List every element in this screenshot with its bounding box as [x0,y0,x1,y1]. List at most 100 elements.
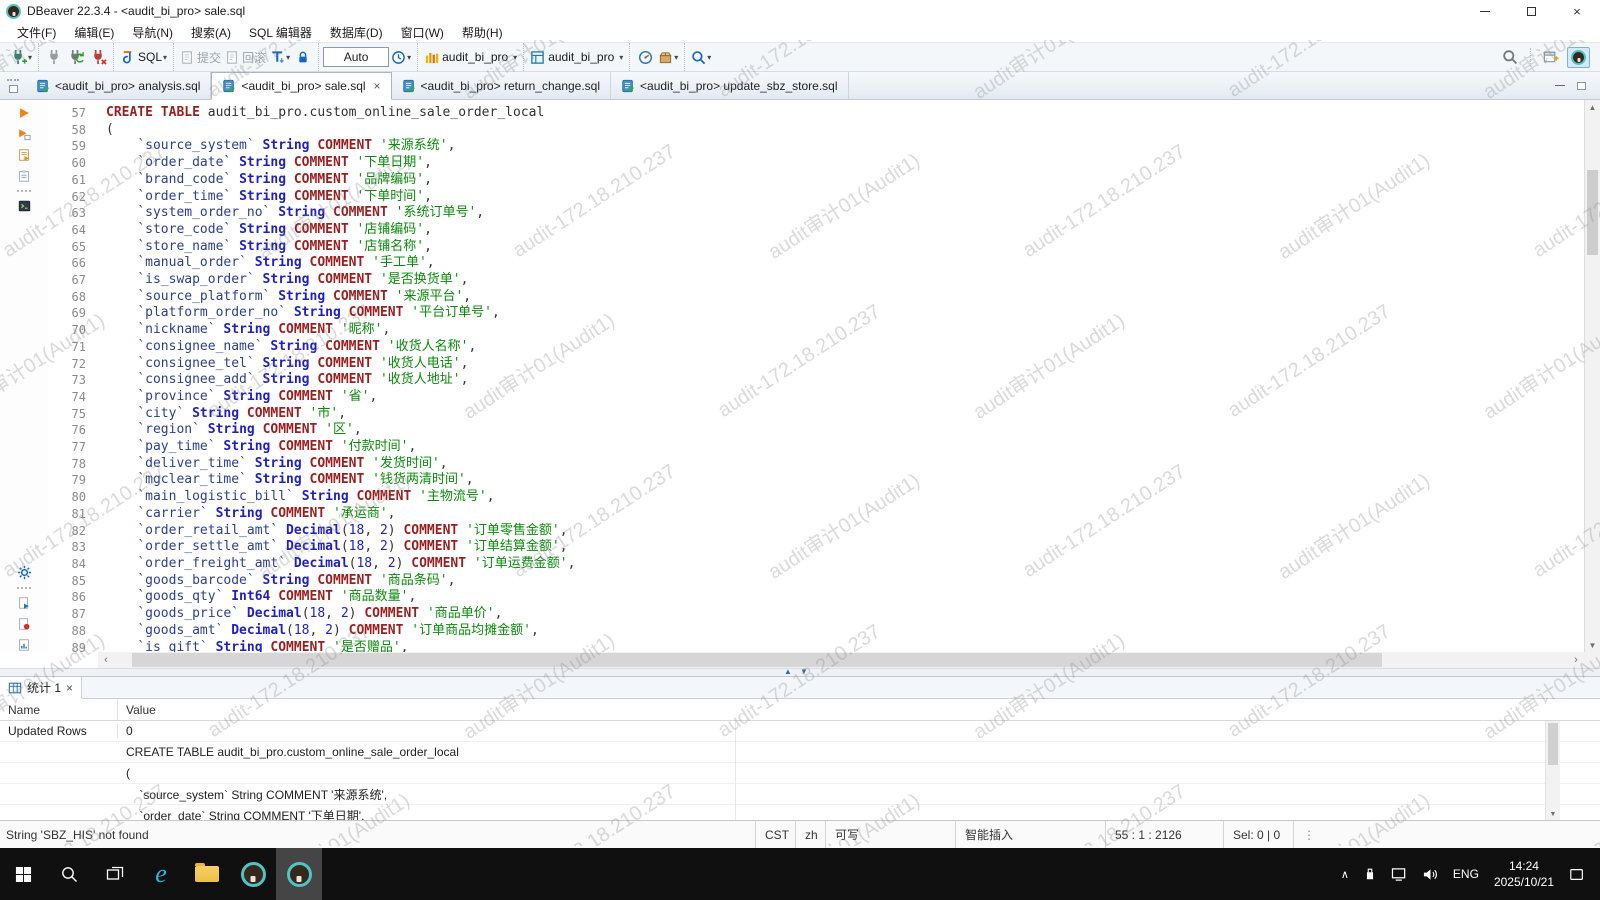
dbeaver-taskbar-button-active[interactable] [276,848,322,900]
schema-selector[interactable]: audit_bi_pro ▾ [528,45,625,69]
menu-item[interactable]: SQL 编辑器 [240,24,321,41]
menu-item[interactable]: 数据库(D) [321,24,392,41]
restore-editor-icon[interactable] [9,85,18,93]
editor-tab[interactable]: <audit_bi_pro> sale.sql× [211,72,391,100]
column-header-value[interactable]: Value [118,699,1600,720]
database-selector[interactable]: audit_bi_pro ▾ [422,45,519,69]
scroll-right-icon[interactable]: › [1568,652,1584,668]
menu-item[interactable]: 搜索(A) [182,24,240,41]
disconnect-button[interactable] [43,45,65,69]
code-area[interactable]: CREATE TABLE audit_bi_pro.custom_online_… [98,100,1584,652]
column-header-name[interactable]: Name [0,699,118,720]
windows-logo-icon [15,866,32,883]
table-row[interactable]: Updated Rows0 [0,721,1600,742]
menu-item[interactable]: 编辑(E) [65,24,123,41]
data-search-button[interactable]: ▾ [689,45,713,69]
sql-editor-button[interactable]: SQL ▾ [118,45,169,69]
open-view-button[interactable] [1540,45,1562,69]
dbeaver-taskbar-button[interactable] [230,848,276,900]
cell-value: ( [118,766,1600,780]
language-indicator[interactable]: ENG [1446,848,1486,900]
hidden-icons-chevron[interactable]: ∧ [1334,848,1356,900]
tab-close-icon[interactable]: × [374,79,381,93]
sash-down-icon[interactable]: ▼ [800,667,808,676]
dbeaver-perspective-button[interactable] [1567,47,1590,68]
menu-item[interactable]: 帮助(H) [453,24,512,41]
quick-search-button[interactable] [1499,45,1521,69]
taskbar-clock[interactable]: 14:24 2025/10/21 [1486,858,1562,890]
table-row[interactable]: CREATE TABLE audit_bi_pro.custom_online_… [0,742,1600,763]
table-row[interactable]: `source_system` String COMMENT '来源系统', [0,784,1600,805]
grid-scrollbar[interactable]: ▼ [1545,721,1560,820]
volume-tray-icon[interactable] [1415,848,1446,900]
panel-tab-close-icon[interactable]: × [66,681,73,695]
maximize-editor-icon[interactable] [1577,82,1586,90]
menu-item[interactable]: 导航(N) [123,24,182,41]
scrollbar-thumb[interactable] [1587,170,1598,255]
action-center-icon[interactable] [1562,848,1592,900]
chevron-down-icon: ▾ [286,53,290,62]
overflow-menu-icon[interactable]: ⋮ [1293,821,1317,848]
execute-statement-icon[interactable] [17,106,31,120]
cell-value: CREATE TABLE audit_bi_pro.custom_online_… [118,745,1600,759]
editor-tab[interactable]: <audit_bi_pro> update_sbz_store.sql [611,72,848,99]
insert-mode-indicator[interactable]: 智能插入 [955,821,1105,848]
usb-tray-icon[interactable] [1356,848,1384,900]
execute-script-icon[interactable] [17,148,31,162]
internet-explorer-button[interactable]: e [138,848,184,900]
table-row[interactable]: ( [0,763,1600,784]
grid-divider [735,721,736,820]
export-doc-icon[interactable] [17,596,31,610]
sash-up-icon[interactable]: ▲ [784,667,792,676]
scrollbar-thumb[interactable] [132,653,1382,667]
cell-value: `order_date` String COMMENT '下单日期', [118,807,1600,821]
minimize-icon [1480,11,1490,12]
invalidate-reconnect-button[interactable] [65,45,87,69]
maximize-button[interactable] [1508,0,1554,22]
doc-record-icon[interactable] [17,617,31,631]
editor-tab[interactable]: <audit_bi_pro> return_change.sql [392,72,611,99]
lock-button[interactable] [292,45,314,69]
scroll-up-icon[interactable]: ▲ [1585,100,1600,114]
task-view-button[interactable] [92,848,138,900]
database-selector-value: audit_bi_pro [442,50,508,64]
menu-item[interactable]: 文件(F) [8,24,65,41]
panel-sash[interactable]: ▲ ▼ [0,668,1600,676]
scrollbar-thumb[interactable] [1548,723,1558,765]
caret-position-indicator[interactable]: 55 : 1 : 2126 [1105,821,1223,848]
doc-chart-icon[interactable] [17,638,31,652]
editor-horizontal-scrollbar[interactable]: ‹ › [0,652,1600,668]
network-tray-icon[interactable] [1384,848,1415,900]
table-row[interactable]: `order_date` String COMMENT '下单日期', [0,805,1600,820]
execute-new-tab-icon[interactable] [17,127,31,141]
file-explorer-button[interactable] [184,848,230,900]
code-line: `platform_order_no` String COMMENT '平台订单… [106,305,1584,322]
explain-plan-icon[interactable] [17,169,31,183]
editor-vertical-scrollbar[interactable]: ▲ ▼ [1584,100,1600,652]
minimize-editor-icon[interactable] [1555,85,1565,86]
transaction-log-button[interactable]: ▾ [389,45,413,69]
minimize-button[interactable] [1462,0,1508,22]
rollback-button[interactable]: 回滚 [223,45,268,69]
start-button[interactable] [0,848,46,900]
close-connection-button[interactable] [87,45,109,69]
tab-statistics[interactable]: 统计 1 × [0,677,82,699]
scroll-down-icon[interactable]: ▼ [1585,638,1600,652]
settings-gear-icon[interactable] [17,565,32,580]
menu-item[interactable]: 窗口(W) [392,24,453,41]
line-number: 82 [48,523,98,540]
dashboard-button[interactable] [634,45,656,69]
commit-mode-combo[interactable]: Auto [323,47,389,67]
commit-button[interactable]: 提交 [178,45,223,69]
editor-tab[interactable]: <audit_bi_pro> analysis.sql [26,72,211,99]
scroll-down-icon[interactable]: ▼ [1546,808,1560,820]
scroll-left-icon[interactable]: ‹ [98,652,114,668]
new-connection-button[interactable]: ▾ [8,45,34,69]
close-button[interactable]: × [1554,0,1600,22]
transaction-mode-button[interactable]: ▾ [268,45,292,69]
open-terminal-icon[interactable] [17,199,32,213]
tasks-button[interactable]: ▾ [656,45,680,69]
editor-tab-bar: <audit_bi_pro> analysis.sql<audit_bi_pro… [0,72,1600,100]
sql-file-icon [621,79,635,93]
taskbar-search-button[interactable] [46,848,92,900]
